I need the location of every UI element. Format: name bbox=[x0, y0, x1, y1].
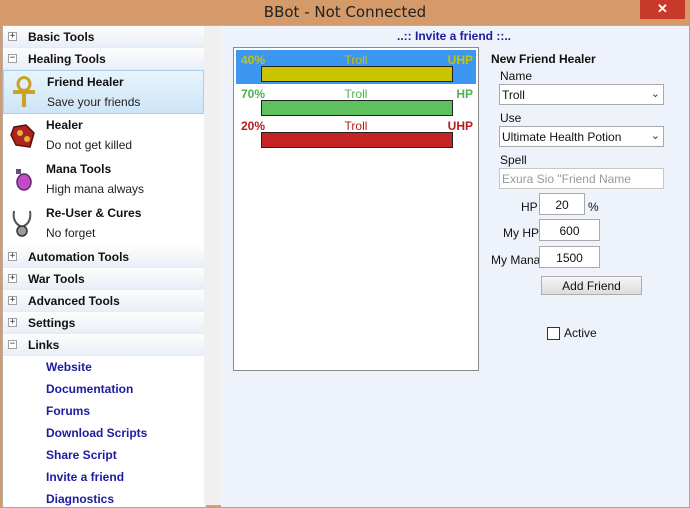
hp-label: HP bbox=[521, 200, 538, 214]
category-war-tools[interactable]: + War Tools bbox=[3, 268, 204, 290]
category-label: Healing Tools bbox=[28, 52, 106, 66]
tool-description: Do not get killed bbox=[46, 138, 133, 152]
title-bar: BBot - Not Connected ✕ bbox=[0, 0, 690, 25]
tool-description: Save your friends bbox=[47, 95, 141, 109]
link-website[interactable]: Website bbox=[3, 356, 204, 378]
friend-heal-type: UHP bbox=[447, 119, 473, 133]
friend-name: Troll bbox=[344, 87, 368, 101]
my-mana-label: My Mana bbox=[491, 253, 541, 267]
name-label: Name bbox=[500, 69, 533, 83]
link-invite-friend[interactable]: Invite a friend bbox=[3, 466, 204, 488]
expand-icon[interactable]: + bbox=[8, 318, 17, 327]
expand-icon[interactable]: + bbox=[8, 296, 17, 305]
panel-header[interactable]: ..:: Invite a friend ::.. bbox=[221, 29, 687, 43]
link-share-script[interactable]: Share Script bbox=[3, 444, 204, 466]
tool-tree: + Basic Tools − Healing Tools Friend Hea… bbox=[3, 26, 204, 507]
category-label: Settings bbox=[28, 316, 76, 330]
my-mana-input[interactable]: 1500 bbox=[539, 246, 600, 268]
percent-unit: % bbox=[588, 200, 599, 214]
tool-reuser-cures[interactable]: Re-User & Cures No forget bbox=[3, 202, 204, 246]
category-settings[interactable]: + Settings bbox=[3, 312, 204, 334]
link-label[interactable]: Forums bbox=[46, 404, 90, 418]
category-basic-tools[interactable]: + Basic Tools bbox=[3, 26, 204, 48]
friend-entry[interactable]: 20% Troll UHP bbox=[236, 116, 476, 150]
friend-heal-type: UHP bbox=[447, 53, 473, 67]
link-diagnostics[interactable]: Diagnostics bbox=[3, 488, 204, 507]
friend-heal-type: HP bbox=[456, 87, 473, 101]
collapse-icon[interactable]: − bbox=[8, 54, 17, 63]
link-forums[interactable]: Forums bbox=[3, 400, 204, 422]
tool-name: Friend Healer bbox=[47, 75, 124, 89]
tool-friend-healer[interactable]: Friend Healer Save your friends bbox=[3, 70, 204, 114]
name-select-value: Troll bbox=[502, 88, 525, 102]
collapse-icon[interactable]: − bbox=[8, 340, 17, 349]
chevron-down-icon[interactable]: ⌄ bbox=[651, 129, 660, 142]
friend-name: Troll bbox=[344, 119, 368, 133]
link-label[interactable]: Share Script bbox=[46, 448, 117, 462]
heart-potion-icon bbox=[10, 124, 35, 148]
use-select-value: Ultimate Health Potion bbox=[502, 130, 622, 144]
form-title: New Friend Healer bbox=[491, 52, 596, 66]
sidebar: + Basic Tools − Healing Tools Friend Hea… bbox=[3, 26, 206, 507]
link-label[interactable]: Invite a friend bbox=[46, 470, 124, 484]
category-healing-tools[interactable]: − Healing Tools bbox=[3, 48, 204, 70]
link-download-scripts[interactable]: Download Scripts bbox=[3, 422, 204, 444]
tool-mana-tools[interactable]: Mana Tools High mana always bbox=[3, 158, 204, 202]
active-label[interactable]: Active bbox=[564, 326, 597, 340]
tool-name: Re-User & Cures bbox=[46, 206, 142, 220]
link-documentation[interactable]: Documentation bbox=[3, 378, 204, 400]
friend-list[interactable]: 40% Troll UHP 70% Troll HP 20% Troll UHP bbox=[233, 47, 479, 371]
hp-percent-input[interactable]: 20 bbox=[539, 193, 585, 215]
category-label: War Tools bbox=[28, 272, 85, 286]
link-label[interactable]: Diagnostics bbox=[46, 492, 114, 506]
my-hp-label: My HP bbox=[503, 226, 539, 240]
name-select[interactable]: Troll ⌄ bbox=[499, 84, 664, 105]
link-label[interactable]: Documentation bbox=[46, 382, 133, 396]
category-automation-tools[interactable]: + Automation Tools bbox=[3, 246, 204, 268]
tool-description: No forget bbox=[46, 226, 96, 240]
scroll-up-icon[interactable]: ⌃ bbox=[204, 26, 206, 43]
window-title: BBot - Not Connected bbox=[263, 3, 427, 21]
spell-label: Spell bbox=[500, 153, 527, 167]
friend-health-bar bbox=[261, 132, 453, 148]
scroll-down-icon[interactable]: ⌄ bbox=[204, 490, 206, 507]
sidebar-scrollbar[interactable]: ⌃ ⌄ bbox=[204, 26, 206, 507]
use-select[interactable]: Ultimate Health Potion ⌄ bbox=[499, 126, 664, 147]
category-label: Basic Tools bbox=[28, 30, 95, 44]
close-button[interactable]: ✕ bbox=[640, 0, 685, 19]
tool-name: Healer bbox=[46, 118, 83, 132]
client-area: + Basic Tools − Healing Tools Friend Hea… bbox=[2, 25, 689, 507]
tool-description: High mana always bbox=[46, 182, 145, 196]
use-label: Use bbox=[500, 111, 522, 125]
category-advanced-tools[interactable]: + Advanced Tools bbox=[3, 290, 204, 312]
link-label[interactable]: Website bbox=[46, 360, 92, 374]
my-hp-input[interactable]: 600 bbox=[539, 219, 600, 241]
link-label[interactable]: Download Scripts bbox=[46, 426, 147, 440]
add-friend-button[interactable]: Add Friend bbox=[541, 276, 642, 295]
friend-health-bar bbox=[261, 100, 453, 116]
friend-entry[interactable]: 70% Troll HP bbox=[236, 84, 476, 118]
friend-health-bar bbox=[261, 66, 453, 82]
category-links[interactable]: − Links bbox=[3, 334, 204, 356]
mana-potion-icon bbox=[16, 169, 32, 191]
expand-icon[interactable]: + bbox=[8, 32, 17, 41]
tool-name: Mana Tools bbox=[46, 162, 112, 176]
category-label: Links bbox=[28, 338, 60, 352]
ankh-icon bbox=[13, 76, 35, 107]
expand-icon[interactable]: + bbox=[8, 274, 17, 283]
spell-input[interactable]: Exura Sio "Friend Name bbox=[499, 168, 664, 189]
friend-entry[interactable]: 40% Troll UHP bbox=[236, 50, 476, 84]
category-label: Automation Tools bbox=[28, 250, 130, 264]
chevron-down-icon[interactable]: ⌄ bbox=[651, 87, 660, 100]
expand-icon[interactable]: + bbox=[8, 252, 17, 261]
friend-name: Troll bbox=[344, 53, 368, 67]
main-panel: ..:: Invite a friend ::.. 40% Troll UHP … bbox=[221, 26, 689, 507]
amulet-icon bbox=[12, 210, 32, 237]
active-checkbox[interactable] bbox=[547, 327, 560, 340]
tool-healer[interactable]: Healer Do not get killed bbox=[3, 114, 204, 158]
category-label: Advanced Tools bbox=[28, 294, 120, 308]
